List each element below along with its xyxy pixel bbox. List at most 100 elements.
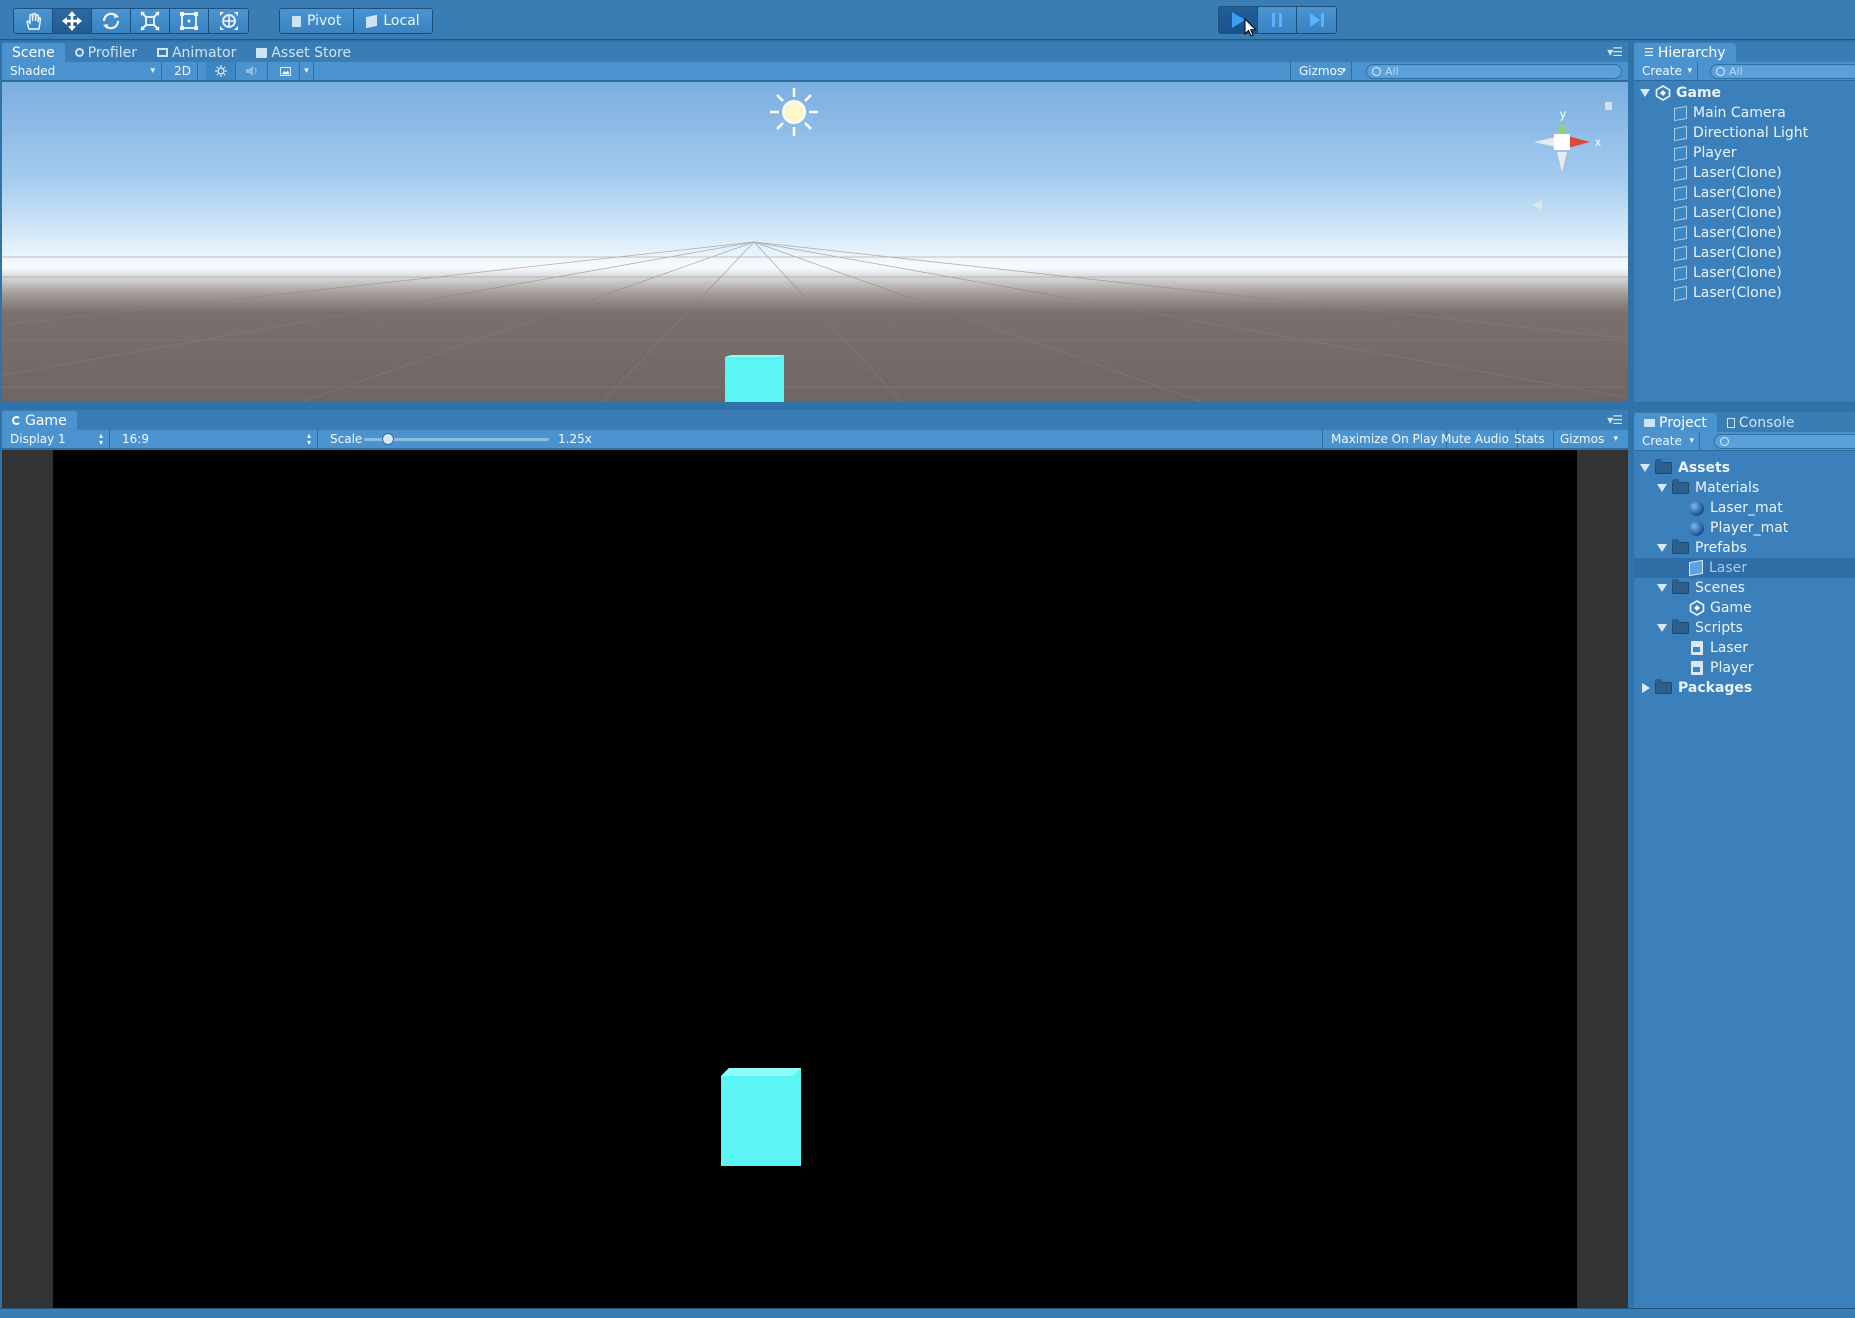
aspect-ratio-dropdown[interactable]: 16:9 ▴ ▾ (114, 430, 318, 448)
maximize-on-play-toggle[interactable]: Maximize On Play (1322, 430, 1447, 448)
tab-project-label: Project (1659, 414, 1707, 431)
neg-y-axis-cone[interactable] (1557, 152, 1567, 172)
pivot-toggle-button[interactable]: Pivot (280, 9, 355, 33)
tab-asset-store-label: Asset Store (271, 44, 352, 61)
scale-slider[interactable] (364, 433, 549, 445)
mode-2d-toggle[interactable]: 2D (168, 62, 198, 80)
script-row[interactable]: Player (1634, 658, 1855, 678)
scene-asset-row[interactable]: Game (1634, 598, 1855, 618)
hierarchy-item[interactable]: Main Camera (1634, 103, 1855, 123)
packages-folder-row[interactable]: Packages (1634, 678, 1855, 698)
scene-row[interactable]: Game (1634, 83, 1855, 103)
hierarchy-item[interactable]: Laser(Clone) (1634, 203, 1855, 223)
scale-tool-button[interactable] (131, 9, 170, 33)
tab-hierarchy[interactable]: ☰ Hierarchy (1634, 43, 1736, 62)
folder-icon (1655, 459, 1672, 474)
perspective-icon[interactable] (1532, 200, 1542, 210)
x-axis-cone[interactable] (1568, 136, 1590, 148)
expand-triangle-icon[interactable] (1657, 624, 1667, 632)
hand-icon (26, 12, 42, 30)
orientation-gizmo[interactable]: y x (1532, 102, 1612, 210)
lighting-toggle[interactable] (206, 62, 236, 80)
mouse-cursor-icon (1244, 18, 1257, 37)
tab-profiler[interactable]: Profiler (65, 43, 147, 62)
scene-viewport[interactable]: y x (2, 82, 1628, 402)
expand-triangle-icon[interactable] (1640, 89, 1650, 97)
gizmo-center-cube[interactable] (1554, 134, 1570, 150)
move-tool-button[interactable] (53, 9, 92, 33)
shading-mode-dropdown[interactable]: Shaded ▾ (2, 62, 162, 80)
image-icon (280, 66, 291, 76)
project-create-dropdown[interactable]: Create ▾ (1634, 432, 1700, 450)
shading-mode-value: Shaded (10, 64, 56, 78)
game-gizmos-dropdown[interactable]: Gizmos ▾ (1552, 430, 1622, 448)
tab-animator[interactable]: Animator (147, 43, 246, 62)
scene-gizmos-dropdown[interactable]: Gizmos ▾ (1290, 62, 1352, 80)
transform-tool-button[interactable] (209, 9, 248, 33)
aspect-ratio-value: 16:9 (122, 432, 149, 446)
material-row[interactable]: Laser_mat (1634, 498, 1855, 518)
scripts-folder-row[interactable]: Scripts (1634, 618, 1855, 638)
hierarchy-item[interactable]: Laser(Clone) (1634, 163, 1855, 183)
game-viewport[interactable] (2, 450, 1628, 1308)
expand-triangle-icon[interactable] (1640, 464, 1650, 472)
prefab-row-selected[interactable]: Laser (1634, 558, 1855, 578)
hierarchy-item[interactable]: Player (1634, 143, 1855, 163)
collapse-triangle-icon[interactable] (1642, 683, 1650, 693)
script-row[interactable]: Laser (1634, 638, 1855, 658)
stats-toggle[interactable]: Stats (1506, 430, 1554, 448)
scale-slider-thumb[interactable] (382, 433, 395, 445)
scene-panel-menu-icon[interactable]: ▾☰ (1607, 45, 1623, 59)
folder-icon (1672, 539, 1689, 554)
hierarchy-item[interactable]: Directional Light (1634, 123, 1855, 143)
material-row[interactable]: Player_mat (1634, 518, 1855, 538)
hierarchy-item[interactable]: Laser(Clone) (1634, 223, 1855, 243)
hand-tool-button[interactable] (14, 9, 53, 33)
project-tabbar: Project Console (1634, 412, 1855, 432)
material-name: Laser_mat (1710, 500, 1783, 516)
expand-triangle-icon[interactable] (1657, 584, 1667, 592)
hierarchy-item-label: Player (1693, 145, 1737, 161)
game-render (721, 1068, 801, 1166)
tab-asset-store[interactable]: Asset Store (246, 43, 361, 62)
packages-label: Packages (1678, 680, 1753, 696)
maximize-on-play-label: Maximize On Play (1331, 432, 1438, 446)
scene-name: Game (1676, 85, 1722, 101)
hierarchy-create-dropdown[interactable]: Create ▾ (1634, 62, 1698, 80)
assets-folder-row[interactable]: Assets (1634, 458, 1855, 478)
hierarchy-item[interactable]: Laser(Clone) (1634, 263, 1855, 283)
effects-toggle[interactable] (272, 62, 300, 80)
list-icon: ☰ (1644, 46, 1654, 59)
hierarchy-item[interactable]: Laser(Clone) (1634, 243, 1855, 263)
effects-dropdown[interactable]: ▾ (300, 62, 314, 80)
tab-game[interactable]: Game (2, 411, 77, 430)
hierarchy-item[interactable]: Laser(Clone) (1634, 283, 1855, 303)
pause-button[interactable] (1258, 7, 1297, 33)
hierarchy-search-input[interactable]: All (1710, 64, 1855, 79)
rotate-tool-button[interactable] (92, 9, 131, 33)
prefab-cube-icon (1689, 559, 1703, 577)
scenes-folder-row[interactable]: Scenes (1634, 578, 1855, 598)
project-search-input[interactable] (1714, 434, 1855, 449)
rect-tool-button[interactable] (170, 9, 209, 33)
prefabs-folder-row[interactable]: Prefabs (1634, 538, 1855, 558)
materials-folder-row[interactable]: Materials (1634, 478, 1855, 498)
tab-project[interactable]: Project (1634, 413, 1717, 432)
sun-icon (214, 65, 227, 77)
folder-icon (1655, 679, 1672, 694)
prefab-name: Laser (1709, 560, 1748, 576)
hierarchy-item[interactable]: Laser(Clone) (1634, 183, 1855, 203)
neg-x-axis-cone[interactable] (1534, 137, 1556, 147)
display-dropdown[interactable]: Display 1 ▴ ▾ (2, 430, 110, 448)
tab-scene[interactable]: Scene (2, 43, 65, 62)
audio-toggle[interactable] (236, 62, 268, 80)
expand-triangle-icon[interactable] (1657, 544, 1667, 552)
updown-icon: ▴ ▾ (98, 431, 103, 447)
tab-console[interactable]: Console (1717, 413, 1805, 432)
expand-triangle-icon[interactable] (1657, 484, 1667, 492)
local-toggle-button[interactable]: Local (354, 9, 432, 33)
lock-icon[interactable] (1605, 102, 1612, 110)
scene-search-input[interactable]: All (1366, 64, 1622, 79)
step-button[interactable] (1297, 7, 1336, 33)
game-panel-menu-icon[interactable]: ▾☰ (1607, 413, 1623, 427)
